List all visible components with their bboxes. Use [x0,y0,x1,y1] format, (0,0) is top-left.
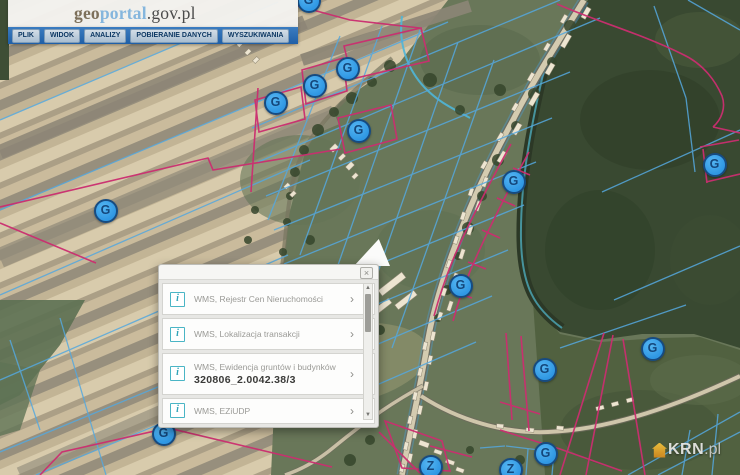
header: geoportal.gov.pl PLIK WIDOK ANALIZY POBI… [8,0,298,44]
layer-row-lokalizacja[interactable]: i WMS, Lokalizacja transakcji › [162,318,375,350]
layer-info-popup: × i WMS, Rejestr Cen Nieruchomości › i W… [158,264,379,428]
popup-scrollbar[interactable]: ▲ ▼ [363,283,373,420]
scroll-down-icon[interactable]: ▼ [364,411,372,419]
menu-item-analizy[interactable]: ANALIZY [84,29,126,43]
geoportal-logo[interactable]: geoportal.gov.pl [8,0,298,27]
info-icon: i [170,366,185,381]
map-marker-g[interactable]: G [502,170,526,194]
chevron-right-icon: › [350,292,354,306]
layer-label: WMS, EZiUDP [194,406,346,417]
layer-row-eziudp[interactable]: i WMS, EZiUDP › [162,398,375,424]
logo-text-geo: geo [74,3,100,24]
chevron-right-icon: › [350,367,354,381]
chevron-right-icon: › [350,404,354,418]
map-marker-g[interactable]: G [533,358,557,382]
map-marker-z[interactable]: Z [419,455,443,475]
layer-label: WMS, Ewidencja gruntów i budynków [194,362,346,373]
chevron-right-icon: › [350,327,354,341]
info-icon: i [170,327,185,342]
menu-item-wyszukiwania[interactable]: WYSZUKIWANIA [222,29,290,43]
map-marker-g[interactable]: G [94,199,118,223]
map-marker-g[interactable]: G [641,337,665,361]
scroll-thumb[interactable] [365,294,371,332]
layer-label: WMS, Lokalizacja transakcji [194,329,346,340]
menu-item-widok[interactable]: WIDOK [44,29,80,43]
menu-item-plik[interactable]: PLIK [12,29,40,43]
logo-text-suffix: .gov.pl [147,3,196,24]
map-marker-z[interactable]: Z [499,458,523,475]
layer-row-ewidencja[interactable]: i WMS, Ewidencja gruntów i budynków 3208… [162,353,375,395]
popup-body: i WMS, Rejestr Cen Nieruchomości › i WMS… [162,283,375,424]
parcel-id-value: 320806_2.0042.38/3 [194,374,346,386]
map-marker-g[interactable]: G [303,74,327,98]
map-marker-g[interactable]: G [449,274,473,298]
map-marker-g[interactable]: G [534,442,558,466]
menu-bar: PLIK WIDOK ANALIZY POBIERANIE DANYCH WYS… [8,27,298,44]
geoportal-map-view[interactable]: GGGGGGGGGGGGGZZ × i WMS, Rejestr Cen Nie… [0,0,740,475]
map-marker-g[interactable]: G [264,91,288,115]
layer-label: WMS, Rejestr Cen Nieruchomości [194,294,346,305]
map-marker-g[interactable]: G [336,57,360,81]
menu-item-pobieranie-danych[interactable]: POBIERANIE DANYCH [130,29,217,43]
logo-text-portal: portal [100,3,147,24]
info-icon: i [170,292,185,307]
scroll-up-icon[interactable]: ▲ [364,284,372,292]
close-icon[interactable]: × [360,267,373,279]
map-marker-g[interactable]: G [703,153,727,177]
info-icon: i [170,403,185,418]
popup-header: × [159,265,378,280]
map-marker-g[interactable]: G [347,119,371,143]
layer-row-rejestr-cen[interactable]: i WMS, Rejestr Cen Nieruchomości › [162,283,375,315]
